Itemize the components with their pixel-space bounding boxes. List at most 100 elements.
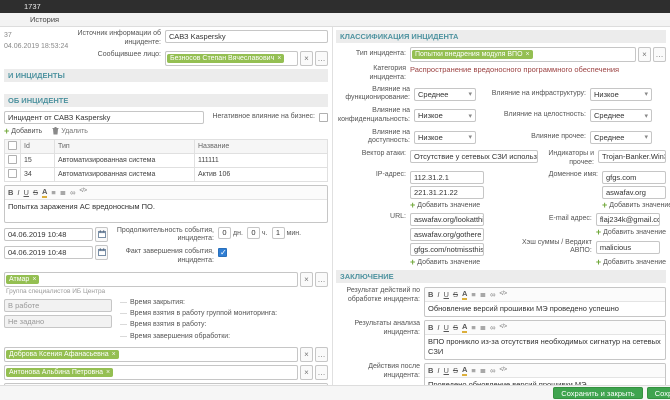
underline-icon[interactable]: U — [24, 188, 29, 197]
clear-assignee-button[interactable]: × — [300, 347, 313, 363]
strikethrough-icon[interactable]: S — [453, 290, 458, 299]
section-header-conclusion[interactable]: ЗАКЛЮЧЕНИЕ — [336, 270, 666, 283]
assignee-field[interactable]: Доброва Ксения Афанасьевна — [4, 347, 298, 363]
impact-other-select[interactable]: Среднее — [590, 130, 652, 144]
description-text[interactable]: Попытка заражения АС вредоносным ПО. — [5, 200, 327, 222]
url-value-input[interactable]: aswafav.org/lookatthis — [410, 212, 484, 226]
bold-icon[interactable]: B — [8, 188, 13, 197]
incident-type-field[interactable]: Попытки внедрения модуля ВПО — [410, 47, 636, 62]
add-url-value-button[interactable]: Добавить значение — [410, 258, 484, 267]
analysis-text[interactable]: ВПО проникло из-за отсутствия необходимы… — [425, 335, 665, 359]
start-datetime-input[interactable]: 04.06.2019 10:48 — [4, 227, 93, 241]
bullet-list-icon[interactable]: ≡ — [471, 290, 475, 299]
clear-assignee-button[interactable]: × — [300, 365, 313, 381]
underline-icon[interactable]: U — [444, 366, 449, 375]
tab-history[interactable]: История — [30, 15, 59, 24]
remove-assignee-icon[interactable] — [106, 369, 110, 376]
remove-type-icon[interactable] — [526, 51, 530, 58]
clear-reporter-button[interactable]: × — [300, 50, 313, 66]
bullet-list-icon[interactable]: ≡ — [471, 323, 475, 332]
domain-value-input[interactable]: aswafav.org — [602, 185, 666, 199]
table-row[interactable]: 34 Автоматизированная система Актив 106 — [4, 166, 328, 182]
assignee-field[interactable]: Антонова Альбина Петровна — [4, 365, 298, 381]
add-ip-value-button[interactable]: Добавить значение — [410, 201, 484, 210]
assets-select-all-checkbox[interactable] — [8, 140, 17, 150]
browse-type-button[interactable]: … — [653, 47, 666, 62]
source-input[interactable]: САВЗ Kaspersky — [165, 30, 328, 43]
finished-checkbox[interactable] — [218, 248, 227, 257]
clear-type-button[interactable]: × — [638, 47, 651, 62]
code-icon[interactable]: </> — [499, 324, 507, 331]
underline-icon[interactable]: U — [444, 323, 449, 332]
section-header-incident-info[interactable]: ОБ ИНЦИДЕНТЕ — [4, 93, 328, 107]
strikethrough-icon[interactable]: S — [33, 188, 38, 197]
ip-value-input[interactable]: 221.31.21.22 — [410, 185, 484, 199]
browse-assignee-button[interactable]: … — [315, 365, 328, 381]
verdict-value-input[interactable]: malicious — [595, 240, 660, 254]
remove-assignee-icon[interactable] — [112, 351, 116, 358]
code-icon[interactable]: </> — [79, 188, 87, 195]
reporter-field[interactable]: Безносов Степан Вячеславович — [165, 50, 298, 66]
end-calendar-button[interactable] — [95, 244, 108, 260]
section-header-events-incidents[interactable]: И ИНЦИДЕНТЫ — [4, 68, 328, 82]
strikethrough-icon[interactable]: S — [453, 366, 458, 375]
strikethrough-icon[interactable]: S — [453, 323, 458, 332]
url-value-input[interactable]: gfgs.com/notmissthis — [410, 242, 484, 256]
text-color-icon[interactable]: A — [41, 187, 48, 198]
delete-asset-button[interactable]: Удалить — [52, 127, 88, 135]
asset-row-checkbox[interactable] — [8, 154, 17, 164]
save-button[interactable]: Сохранить — [646, 387, 670, 399]
link-icon[interactable]: ∞ — [490, 290, 495, 299]
incident-title-input[interactable]: Инцидент от САВЗ Kaspersky — [4, 110, 204, 124]
numbered-list-icon[interactable]: ≣ — [480, 323, 486, 332]
add-email-value-button[interactable]: Добавить значение — [596, 228, 666, 237]
group-field[interactable]: Атмар — [4, 271, 298, 287]
remove-group-icon[interactable] — [32, 276, 36, 283]
bullet-list-icon[interactable]: ≡ — [471, 366, 475, 375]
numbered-list-icon[interactable]: ≣ — [60, 188, 66, 197]
duration-days-input[interactable]: 0 — [218, 226, 231, 239]
result-text[interactable]: Обновление версий прошивки МЭ проведено … — [425, 302, 665, 316]
email-value-input[interactable]: flaj234k@gmail.com — [595, 212, 660, 226]
end-datetime-input[interactable]: 04.06.2019 10:48 — [4, 245, 93, 259]
impact-infrastructure-select[interactable]: Низкое — [590, 87, 652, 101]
url-value-input[interactable]: aswafav.org/gothere — [410, 227, 484, 241]
italic-icon[interactable]: I — [437, 290, 439, 299]
browse-assignee-button[interactable]: … — [315, 347, 328, 363]
impact-integrity-select[interactable]: Среднее — [590, 109, 652, 123]
browse-reporter-button[interactable]: … — [315, 50, 328, 66]
post-actions-text[interactable]: Проведено обновление версий прошивки МЭ — [425, 378, 665, 385]
section-header-classification[interactable]: КЛАССИФИКАЦИЯ ИНЦИДЕНТА — [336, 30, 666, 43]
italic-icon[interactable]: I — [17, 188, 19, 197]
link-icon[interactable]: ∞ — [490, 366, 495, 375]
code-icon[interactable]: </> — [499, 291, 507, 298]
negative-impact-checkbox[interactable] — [319, 112, 328, 122]
save-close-button[interactable]: Сохранить и закрыть — [553, 387, 643, 399]
add-verdict-value-button[interactable]: Добавить значение — [596, 258, 666, 267]
bold-icon[interactable]: B — [428, 366, 433, 375]
clear-group-button[interactable]: × — [300, 271, 313, 287]
browse-group-button[interactable]: … — [315, 271, 328, 287]
impact-confidentiality-select[interactable]: Низкое — [414, 109, 476, 123]
impact-availability-select[interactable]: Низкое — [414, 130, 476, 144]
link-icon[interactable]: ∞ — [490, 323, 495, 332]
code-icon[interactable]: </> — [499, 367, 507, 374]
add-domain-value-button[interactable]: Добавить значение — [602, 201, 670, 210]
numbered-list-icon[interactable]: ≣ — [480, 290, 486, 299]
text-color-icon[interactable]: A — [461, 322, 468, 334]
italic-icon[interactable]: I — [437, 366, 439, 375]
add-asset-button[interactable]: Добавить — [4, 127, 42, 136]
ip-value-input[interactable]: 112.31.2.1 — [410, 170, 484, 184]
remove-reporter-icon[interactable] — [277, 55, 281, 62]
domain-value-input[interactable]: gfgs.com — [602, 170, 666, 184]
start-calendar-button[interactable] — [95, 226, 108, 242]
underline-icon[interactable]: U — [444, 290, 449, 299]
attack-vector-input[interactable]: Отсутствие у сетевых СЗИ используемых си… — [410, 150, 538, 163]
bold-icon[interactable]: B — [428, 290, 433, 299]
bold-icon[interactable]: B — [428, 323, 433, 332]
link-icon[interactable]: ∞ — [70, 188, 75, 197]
asset-row-checkbox[interactable] — [8, 168, 17, 178]
impact-functioning-select[interactable]: Среднее — [414, 87, 476, 101]
text-color-icon[interactable]: A — [461, 365, 468, 377]
table-row[interactable]: 15 Автоматизированная система 111111 — [4, 152, 328, 168]
